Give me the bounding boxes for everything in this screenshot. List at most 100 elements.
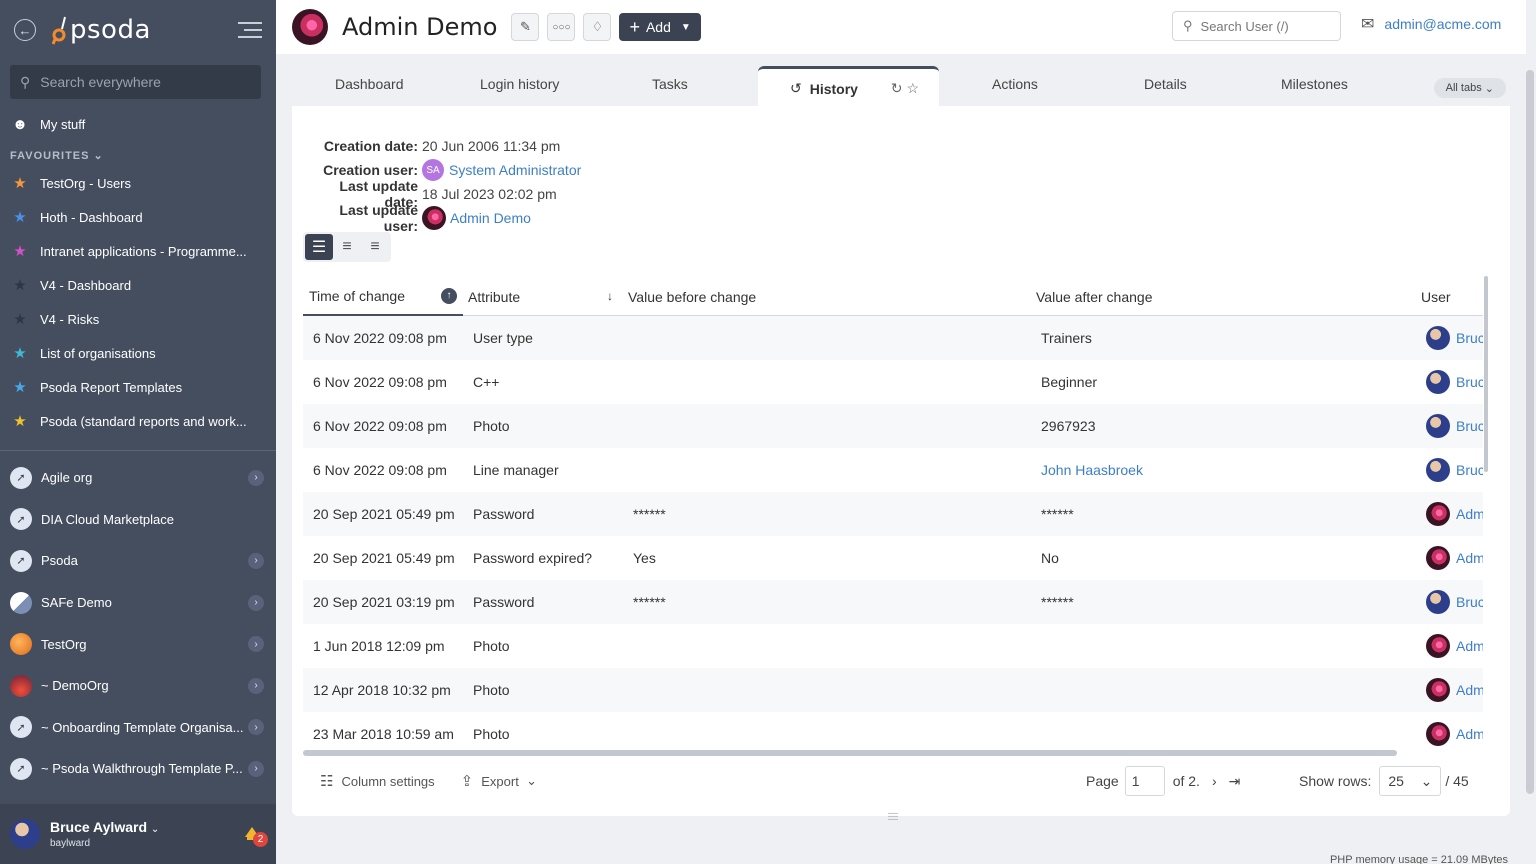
- organisation-item[interactable]: ➚ Psoda ›: [0, 540, 276, 582]
- notifications-button[interactable]: 2: [242, 824, 268, 847]
- table-row[interactable]: 23 Mar 2018 10:59 am Photo Admin Demo: [303, 712, 1483, 748]
- cell-user[interactable]: Admin Demo: [1416, 722, 1483, 746]
- user-email-link[interactable]: ✉ admin@acme.com: [1361, 14, 1501, 34]
- organisation-item[interactable]: ➚ Agile org ›: [0, 457, 276, 499]
- back-icon[interactable]: ←: [14, 19, 36, 41]
- sort-up-icon[interactable]: ↑: [441, 287, 457, 304]
- more-options-button[interactable]: ○○○: [547, 13, 576, 41]
- density-normal-icon[interactable]: ≡: [333, 234, 361, 260]
- my-stuff-link[interactable]: ☻ My stuff: [0, 107, 276, 141]
- favourite-item[interactable]: ★ TestOrg - Users: [0, 166, 276, 200]
- favourite-item[interactable]: ★ List of organisations: [0, 336, 276, 370]
- table-row[interactable]: 6 Nov 2022 09:08 pm Line manager John Haas…: [303, 448, 1483, 492]
- table-row[interactable]: 20 Sep 2021 03:19 pm Password ****** ******…: [303, 580, 1483, 624]
- last-update-user-link[interactable]: Admin Demo: [450, 210, 531, 226]
- cell-user[interactable]: Admin Demo: [1416, 678, 1483, 702]
- favourite-item[interactable]: ★ V4 - Risks: [0, 302, 276, 336]
- organisation-item[interactable]: ➚ DIA Cloud Marketplace: [0, 499, 276, 541]
- creation-user-link[interactable]: System Administrator: [449, 162, 581, 178]
- table-row[interactable]: 12 Apr 2018 10:32 pm Photo Admin Demo: [303, 668, 1483, 712]
- cell-user[interactable]: Admin Demo: [1416, 546, 1483, 570]
- tag-button[interactable]: ♢: [583, 13, 612, 41]
- cell-user-link[interactable]: Bruce Aylward: [1456, 418, 1483, 434]
- organisation-item[interactable]: ➚ ~ Onboarding Template Organisa... ›: [0, 707, 276, 749]
- chevron-right-icon[interactable]: ›: [248, 469, 264, 486]
- density-compact-icon[interactable]: ≡: [361, 234, 389, 260]
- cell-user-link[interactable]: Admin Demo: [1456, 550, 1483, 566]
- cell-value-after[interactable]: John Haasbroek: [1031, 462, 1416, 478]
- organisation-item[interactable]: ~ DemoOrg ›: [0, 665, 276, 707]
- organisation-item[interactable]: TestOrg ›: [0, 623, 276, 665]
- chevron-right-icon[interactable]: ›: [248, 760, 264, 777]
- global-search-input[interactable]: ⚲ Search everywhere: [10, 65, 261, 99]
- chevron-right-icon[interactable]: ›: [248, 677, 264, 694]
- cell-user-link[interactable]: Admin Demo: [1456, 638, 1483, 654]
- favourite-item[interactable]: ★ Psoda Report Templates: [0, 370, 276, 404]
- column-user[interactable]: User: [1416, 289, 1451, 305]
- star-icon[interactable]: ☆: [906, 80, 923, 96]
- cell-user[interactable]: Admin Demo: [1416, 502, 1483, 526]
- last-page-icon[interactable]: ⇥: [1229, 773, 1241, 790]
- cell-user-link[interactable]: Bruce Aylward: [1456, 374, 1483, 390]
- refresh-icon[interactable]: ↻: [891, 80, 907, 96]
- density-comfortable-icon[interactable]: ☰: [305, 234, 333, 260]
- cell-user[interactable]: Bruce Aylward: [1416, 414, 1483, 438]
- cell-user-link[interactable]: Admin Demo: [1456, 726, 1483, 742]
- tab-milestones[interactable]: Milestones: [1281, 76, 1348, 92]
- favourite-item[interactable]: ★ Intranet applications - Programme...: [0, 234, 276, 268]
- chevron-right-icon[interactable]: ›: [248, 552, 264, 569]
- column-value-before[interactable]: Value before change: [623, 289, 1031, 305]
- sort-down-icon[interactable]: ↓: [607, 289, 613, 303]
- organisation-item[interactable]: SAFe Demo ›: [0, 582, 276, 624]
- table-row[interactable]: 20 Sep 2021 05:49 pm Password ****** ******…: [303, 492, 1483, 536]
- all-tabs-dropdown[interactable]: All tabs ⌄: [1433, 78, 1506, 98]
- export-button[interactable]: ⇪ Export ⌄: [461, 772, 537, 790]
- next-page-icon[interactable]: ›: [1212, 773, 1217, 789]
- page-scrollbar[interactable]: [1526, 70, 1534, 794]
- cell-user[interactable]: Bruce Aylward: [1416, 326, 1483, 350]
- favourite-item[interactable]: ★ Psoda (standard reports and work...: [0, 404, 276, 438]
- cell-user-link[interactable]: Bruce Aylward: [1456, 594, 1483, 610]
- user-search-input[interactable]: ⚲ Search User (/): [1172, 11, 1341, 41]
- table-row[interactable]: 20 Sep 2021 05:49 pm Password expired? Yes…: [303, 536, 1483, 580]
- tab-actions[interactable]: Actions: [992, 76, 1038, 92]
- tab-dashboard[interactable]: Dashboard: [335, 76, 404, 92]
- table-row[interactable]: 1 Jun 2018 12:09 pm Photo Admin Demo: [303, 624, 1483, 668]
- table-row[interactable]: 6 Nov 2022 09:08 pm User type Trainers Bruc…: [303, 316, 1483, 360]
- chevron-right-icon[interactable]: ›: [248, 719, 264, 736]
- table-horizontal-scrollbar[interactable]: [303, 750, 1397, 756]
- column-time-of-change[interactable]: Time of change ↑: [303, 278, 463, 316]
- column-value-after[interactable]: Value after change: [1031, 289, 1416, 305]
- favourites-heading[interactable]: FAVOURITES ⌄: [0, 141, 276, 166]
- table-vertical-scrollbar[interactable]: [1484, 276, 1488, 472]
- cell-user-link[interactable]: Bruce Aylward: [1456, 330, 1483, 346]
- chevron-right-icon[interactable]: ›: [248, 636, 264, 653]
- resize-grip-icon[interactable]: ― ― ―: [888, 809, 900, 825]
- cell-user[interactable]: Bruce Aylward: [1416, 458, 1483, 482]
- cell-user-link[interactable]: Admin Demo: [1456, 682, 1483, 698]
- tab-details[interactable]: Details: [1144, 76, 1187, 92]
- table-row[interactable]: 6 Nov 2022 09:08 pm C++ Beginner Bruce Aylw…: [303, 360, 1483, 404]
- cell-user[interactable]: Admin Demo: [1416, 634, 1483, 658]
- current-user-panel[interactable]: Bruce Aylward ⌄ baylward 2: [0, 804, 276, 864]
- cell-user[interactable]: Bruce Aylward: [1416, 370, 1483, 394]
- rows-per-page-select[interactable]: 25 ⌄: [1379, 766, 1442, 796]
- tab-tasks[interactable]: Tasks: [652, 76, 688, 92]
- favourite-item[interactable]: ★ V4 - Dashboard: [0, 268, 276, 302]
- organisation-item[interactable]: ➚ ~ Psoda Walkthrough Template P... ›: [0, 748, 276, 790]
- column-settings-button[interactable]: ☷ Column settings: [320, 772, 435, 790]
- tab-history[interactable]: ↺ History ↻☆: [758, 66, 939, 108]
- chevron-right-icon[interactable]: ›: [248, 594, 264, 611]
- collapse-menu-icon[interactable]: [238, 22, 262, 43]
- cell-user[interactable]: Bruce Aylward: [1416, 590, 1483, 614]
- cell-user-link[interactable]: Bruce Aylward: [1456, 462, 1483, 478]
- edit-button[interactable]: ✎: [511, 13, 540, 41]
- tab-login-history[interactable]: Login history: [480, 76, 559, 92]
- column-attribute[interactable]: Attribute ↓: [463, 289, 623, 305]
- cell-user-link[interactable]: Admin Demo: [1456, 506, 1483, 522]
- table-row[interactable]: 6 Nov 2022 09:08 pm Photo 2967923 Bruce Ayl…: [303, 404, 1483, 448]
- favourite-item[interactable]: ★ Hoth - Dashboard: [0, 200, 276, 234]
- page-number-input[interactable]: 1: [1124, 766, 1165, 796]
- psoda-logo[interactable]: psoda: [52, 15, 151, 45]
- add-button[interactable]: + Add ▼: [619, 13, 701, 41]
